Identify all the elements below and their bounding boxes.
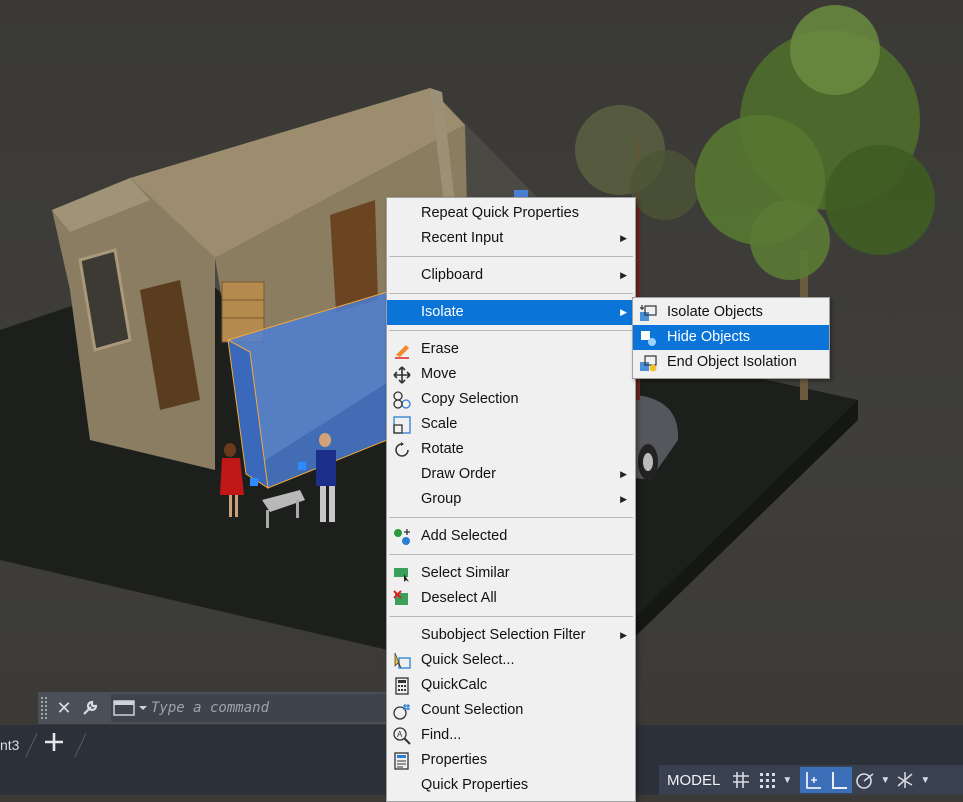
menu-item-label: Deselect All <box>421 590 497 606</box>
menu-item-isolate-objects[interactable]: Isolate Objects <box>633 300 829 325</box>
isolate-objects-icon <box>640 305 657 321</box>
grid-icon[interactable] <box>728 767 754 793</box>
move-icon <box>393 366 411 384</box>
count-icon <box>393 704 410 720</box>
menu-item-label: Group <box>421 491 462 507</box>
menu-item-label: Hide Objects <box>667 329 751 345</box>
menu-item-hide-objects[interactable]: Hide Objects <box>633 325 829 350</box>
tab-separator <box>74 733 87 757</box>
quick-select-icon <box>394 652 411 669</box>
menu-item-subobject-selection-filter[interactable]: Subobject Selection Filter ▶ <box>387 623 635 648</box>
menu-item-label: Add Selected <box>421 528 508 544</box>
menu-item-draw-order[interactable]: Draw Order ▶ <box>387 462 635 487</box>
tab-drawing[interactable]: nt3 <box>0 737 19 753</box>
submenu-arrow-icon: ▶ <box>620 494 627 504</box>
menu-item-properties[interactable]: Properties <box>387 748 635 773</box>
close-icon[interactable]: ✕ <box>51 695 77 721</box>
chevron-down-icon[interactable]: ▼ <box>780 775 794 786</box>
calculator-icon <box>395 677 409 695</box>
menu-item-isolate[interactable]: Isolate ▶ <box>387 300 635 325</box>
menu-item-end-object-isolation[interactable]: End Object Isolation <box>633 350 829 375</box>
menu-item-quickcalc[interactable]: QuickCalc <box>387 673 635 698</box>
snap-icon[interactable] <box>754 767 780 793</box>
menu-item-clipboard[interactable]: Clipboard ▶ <box>387 263 635 288</box>
menu-separator <box>389 293 633 294</box>
chevron-down-icon[interactable]: ▼ <box>878 775 892 786</box>
menu-item-label: Find... <box>421 727 462 743</box>
menu-separator <box>389 517 633 518</box>
select-similar-icon <box>394 568 409 582</box>
menu-item-erase[interactable]: Erase <box>387 337 635 362</box>
context-menu: Repeat Quick Properties Recent Input ▶ Cl… <box>386 197 636 802</box>
add-selected-icon <box>394 529 410 545</box>
menu-item-add-selected[interactable]: Add Selected <box>387 524 635 549</box>
polar-tracking-icon[interactable] <box>852 767 878 793</box>
rotate-icon <box>395 442 409 457</box>
menu-item-label: Subobject Selection Filter <box>421 627 586 643</box>
menu-item-label: Count Selection <box>421 702 524 718</box>
menu-item-label: Isolate Objects <box>667 304 763 320</box>
menu-item-deselect-all[interactable]: Deselect All <box>387 586 635 611</box>
ortho-icon[interactable] <box>826 767 853 793</box>
menu-item-move[interactable]: Move <box>387 362 635 387</box>
isolate-submenu: Isolate Objects Hide Objects End Object … <box>632 297 830 379</box>
menu-separator <box>389 256 633 257</box>
menu-item-copy-selection[interactable]: Copy Selection <box>387 387 635 412</box>
house-door <box>330 200 378 312</box>
wrench-icon[interactable] <box>77 695 103 721</box>
menu-item-label: Clipboard <box>421 267 484 283</box>
deselect-all-icon <box>393 590 408 605</box>
menu-separator <box>389 616 633 617</box>
hide-objects-icon <box>641 331 656 346</box>
menu-item-label: Scale <box>421 416 458 432</box>
menu-item-label: Properties <box>421 752 488 768</box>
menu-item-repeat-quick-properties[interactable]: Repeat Quick Properties <box>387 201 635 226</box>
menu-item-find[interactable]: A Find... <box>387 723 635 748</box>
menu-item-group[interactable]: Group ▶ <box>387 487 635 512</box>
submenu-arrow-icon: ▶ <box>620 270 627 280</box>
menu-item-label: Select Similar <box>421 565 510 581</box>
menu-item-count-selection[interactable]: Count Selection <box>387 698 635 723</box>
menu-item-label: Rotate <box>421 441 464 457</box>
menu-item-label: Quick Select... <box>421 652 515 668</box>
properties-icon <box>394 752 409 770</box>
menu-item-recent-input[interactable]: Recent Input ▶ <box>387 226 635 251</box>
menu-item-label: Move <box>421 366 457 382</box>
svg-text:A: A <box>397 730 403 739</box>
menu-item-label: QuickCalc <box>421 677 488 693</box>
menu-item-label: Quick Properties <box>421 777 529 793</box>
erase-icon <box>395 345 409 359</box>
scale-icon <box>393 416 411 434</box>
find-icon: A <box>393 727 411 745</box>
submenu-arrow-icon: ▶ <box>620 630 627 640</box>
chevron-down-icon[interactable]: ▼ <box>918 775 932 786</box>
submenu-arrow-icon: ▶ <box>620 469 627 479</box>
end-isolation-icon <box>640 355 657 372</box>
menu-item-label: Draw Order <box>421 466 496 482</box>
menu-item-label: Copy Selection <box>421 391 519 407</box>
isometric-icon[interactable] <box>892 767 918 793</box>
menu-item-label: Isolate <box>421 304 464 320</box>
submenu-arrow-icon: ▶ <box>620 307 627 317</box>
tab-separator <box>25 733 38 757</box>
menu-item-label: Recent Input <box>421 230 504 246</box>
menu-item-scale[interactable]: Scale <box>387 412 635 437</box>
menu-item-quick-select[interactable]: Quick Select... <box>387 648 635 673</box>
menu-item-label: Repeat Quick Properties <box>421 205 579 221</box>
menu-item-label: Erase <box>421 341 459 357</box>
menu-separator <box>389 330 633 331</box>
menu-item-rotate[interactable]: Rotate <box>387 437 635 462</box>
submenu-arrow-icon: ▶ <box>620 233 627 243</box>
grip-handle[interactable] <box>41 697 51 719</box>
infer-constraints-icon[interactable] <box>800 767 827 793</box>
menu-item-select-similar[interactable]: Select Similar <box>387 561 635 586</box>
menu-item-label: End Object Isolation <box>667 354 797 370</box>
command-prompt-icon[interactable] <box>111 698 149 718</box>
copy-icon <box>393 391 411 409</box>
model-space-button[interactable]: MODEL <box>659 772 728 789</box>
menu-item-quick-properties[interactable]: Quick Properties <box>387 773 635 798</box>
menu-separator <box>389 554 633 555</box>
new-tab-plus-icon[interactable] <box>44 732 64 757</box>
